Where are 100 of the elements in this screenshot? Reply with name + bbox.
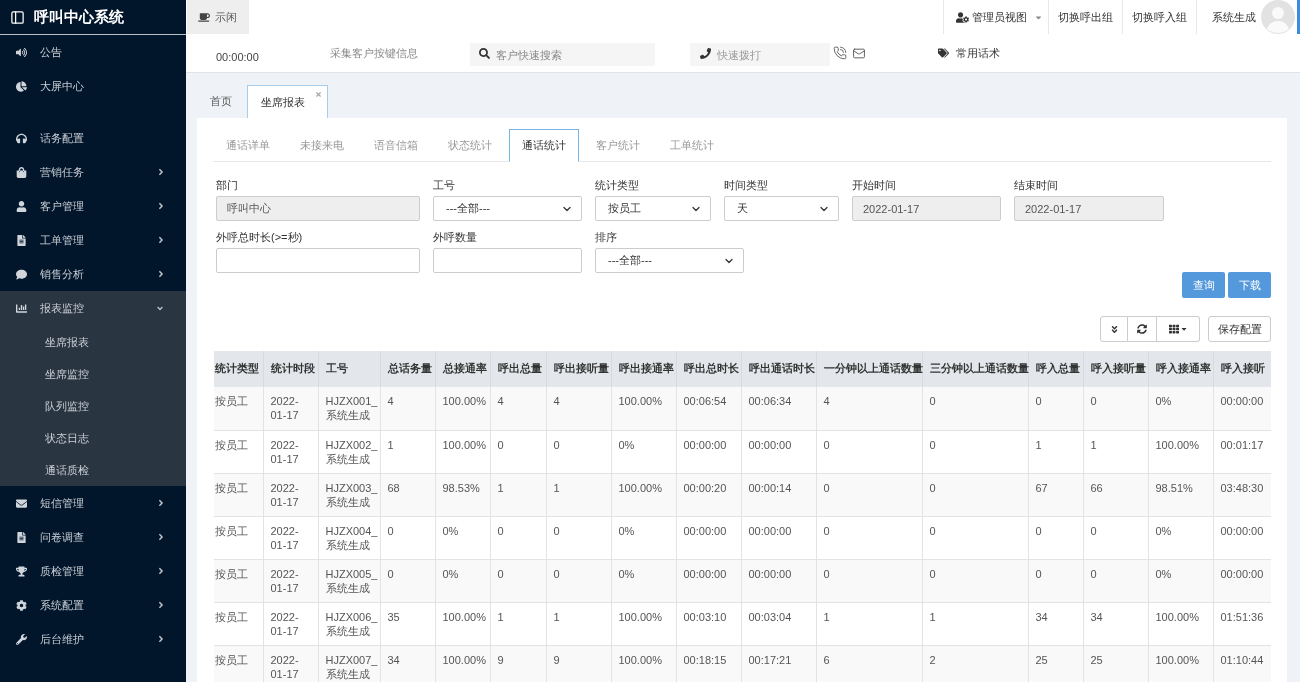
- submenu-item[interactable]: 队列监控: [0, 390, 186, 422]
- table-cell: 68: [380, 473, 435, 516]
- table-cell: 0%: [435, 559, 490, 602]
- sidebar-item[interactable]: 营销任务: [0, 155, 186, 189]
- sidebar-item[interactable]: 大屏中心: [0, 69, 186, 103]
- table-cell: HJZX007_系统生成: [318, 645, 380, 682]
- table-cell: 0: [546, 516, 611, 559]
- select-field[interactable]: 天: [724, 196, 839, 221]
- cup-icon: [198, 11, 210, 23]
- tags-icon: [938, 48, 949, 58]
- input-field[interactable]: [433, 248, 582, 273]
- chevron-right-icon: [158, 532, 164, 542]
- table-cell: 0: [922, 430, 1028, 473]
- submenu-item[interactable]: 状态日志: [0, 422, 186, 454]
- report-tab[interactable]: 通话统计: [509, 129, 579, 162]
- table-cell: 1: [490, 602, 546, 645]
- table-cell: 03:48:30: [1213, 473, 1271, 516]
- table-cell: 0: [1083, 559, 1148, 602]
- table-cell: 00:00:00: [741, 430, 816, 473]
- table-cell: 0%: [611, 430, 676, 473]
- column-header: 统计时段: [263, 351, 318, 387]
- shopping-bag-icon: [16, 166, 27, 178]
- table-cell: 0%: [435, 516, 490, 559]
- table-cell: 0: [816, 430, 922, 473]
- table-cell: 按员工: [214, 559, 263, 602]
- user-gear-icon: [956, 11, 969, 23]
- panel-toggle-icon[interactable]: [10, 9, 25, 25]
- save-config-button[interactable]: 保存配置: [1208, 316, 1271, 342]
- table-cell: 0%: [611, 516, 676, 559]
- table-cell: 按员工: [214, 430, 263, 473]
- bar-chart-icon: [16, 303, 27, 314]
- sidebar-item[interactable]: 质检管理: [0, 554, 186, 588]
- sidebar-item[interactable]: 系统配置: [0, 588, 186, 622]
- sidebar-item[interactable]: 客户管理: [0, 189, 186, 223]
- search-field[interactable]: 客户快速搜索: [470, 43, 655, 66]
- envelope-icon[interactable]: [852, 46, 866, 60]
- readonly-field[interactable]: 2022-01-17: [1014, 196, 1164, 221]
- sidebar-item[interactable]: 短信管理: [0, 486, 186, 520]
- input-field[interactable]: [216, 248, 420, 273]
- readonly-field[interactable]: 呼叫中心: [216, 196, 420, 221]
- submenu-item[interactable]: 通话质检: [0, 454, 186, 486]
- table-cell: 1: [816, 602, 922, 645]
- page-tab[interactable]: 首页: [197, 85, 245, 118]
- submenu-item[interactable]: 坐席监控: [0, 358, 186, 390]
- table-cell: 1: [490, 473, 546, 516]
- idle-status-button[interactable]: 示闲: [187, 0, 249, 34]
- table-cell: 00:06:34: [741, 387, 816, 430]
- sidebar-item[interactable]: 工单管理: [0, 223, 186, 257]
- table-cell: 00:06:54: [676, 387, 741, 430]
- sidebar-item[interactable]: 后台维护: [0, 622, 186, 656]
- table-cell: 0: [490, 430, 546, 473]
- column-header: 总接通率: [435, 351, 490, 387]
- table-cell: 9: [546, 645, 611, 682]
- select-field[interactable]: ---全部---: [433, 196, 582, 221]
- table-cell: 100.00%: [435, 430, 490, 473]
- select-field[interactable]: ---全部---: [595, 248, 744, 273]
- table-cell: 按员工: [214, 516, 263, 559]
- collect-keys-link[interactable]: 采集客户按键信息: [330, 44, 470, 62]
- search-icon: [479, 47, 490, 59]
- chat-bubble-icon: [16, 268, 27, 280]
- table-cell: 0%: [1148, 387, 1213, 430]
- column-header: 呼入接通率: [1148, 351, 1213, 387]
- grid-icon: [1169, 324, 1179, 334]
- table-cell: 0%: [1148, 516, 1213, 559]
- table-cell: 0: [380, 516, 435, 559]
- submenu-item[interactable]: 坐席报表: [0, 326, 186, 358]
- table-cell: 100.00%: [1148, 602, 1213, 645]
- column-header: 呼出接听量: [546, 351, 611, 387]
- table-cell: 0: [490, 559, 546, 602]
- readonly-field[interactable]: 2022-01-17: [852, 196, 1001, 221]
- wrench-icon: [16, 633, 27, 645]
- common-phrases-button[interactable]: 常用话术: [938, 44, 1000, 62]
- table-cell: HJZX001_系统生成: [318, 387, 380, 430]
- field-label: 统计类型: [595, 179, 640, 192]
- refresh-button[interactable]: [1128, 316, 1157, 342]
- columns-menu-button[interactable]: [1157, 316, 1200, 342]
- table-cell: 6: [816, 645, 922, 682]
- table-cell: 100.00%: [611, 645, 676, 682]
- sidebar-item[interactable]: 报表监控: [0, 291, 186, 326]
- table-cell: 1: [546, 473, 611, 516]
- call-timer: 00:00:00: [216, 49, 260, 65]
- table-cell: 0: [922, 473, 1028, 516]
- dial-field[interactable]: 快速拨打: [690, 43, 830, 66]
- field-label: 部门: [216, 179, 239, 192]
- envelope-icon: [16, 497, 27, 509]
- table-cell: 2022-01-17: [263, 602, 318, 645]
- select-field[interactable]: 按员工: [595, 196, 711, 221]
- sidebar-item[interactable]: 话务配置: [0, 121, 186, 155]
- table-cell: 34: [1028, 602, 1083, 645]
- table-cell: 2022-01-17: [263, 516, 318, 559]
- sidebar-item[interactable]: 公告: [0, 35, 186, 69]
- page-tab[interactable]: 坐席报表: [247, 85, 328, 118]
- table-cell: 100.00%: [1148, 430, 1213, 473]
- table-cell: 1: [1083, 430, 1148, 473]
- phone-call-icon[interactable]: [833, 46, 847, 60]
- table-cell: 0: [1083, 387, 1148, 430]
- sidebar-item[interactable]: 问卷调查: [0, 520, 186, 554]
- table-cell: 100.00%: [611, 473, 676, 516]
- expand-toggle-button[interactable]: [1100, 316, 1128, 342]
- sidebar-item[interactable]: 销售分析: [0, 257, 186, 291]
